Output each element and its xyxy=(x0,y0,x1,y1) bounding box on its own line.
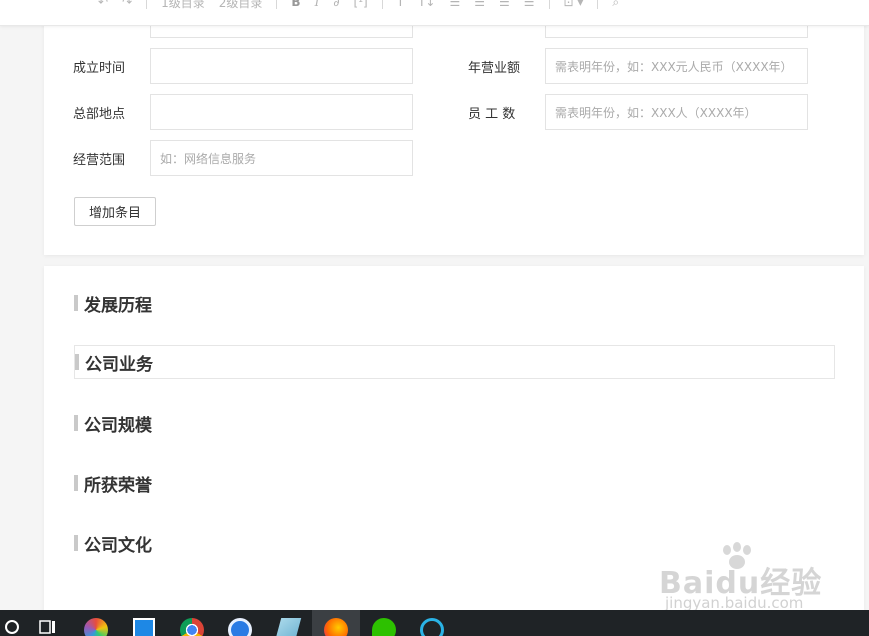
section-marker xyxy=(74,535,78,551)
heading1-button[interactable]: 1级目录 xyxy=(161,0,205,11)
text-adjust-icon[interactable]: T↕ xyxy=(418,0,435,9)
sections-card: 发展历程 公司业务 公司规模 所获荣誉 公司文化 xyxy=(44,266,864,610)
editor-toolbar: ↶ ↷ 1级目录 2级目录 B I ∂ [¹] T T↕ ☰ ☰ ☰ ☰ ⊡ ▾… xyxy=(0,0,869,26)
quote-icon[interactable]: [¹] xyxy=(354,0,368,9)
toolbar-divider xyxy=(146,0,148,9)
headquarters-input[interactable] xyxy=(150,94,413,130)
chrome-button[interactable] xyxy=(168,610,216,636)
link-icon[interactable]: ∂ xyxy=(333,0,339,9)
outdent-icon[interactable]: ☰ xyxy=(524,0,535,9)
section-honors[interactable]: 所获荣誉 xyxy=(74,466,152,500)
revenue-label: 年营业额 xyxy=(468,61,521,76)
notes-app-button[interactable] xyxy=(264,610,312,636)
employees-label: 员 工 数 xyxy=(468,107,516,122)
start-search-button[interactable] xyxy=(0,610,24,636)
notes-app-icon xyxy=(274,618,302,636)
bold-button[interactable]: B xyxy=(291,0,300,9)
file-explorer-button[interactable] xyxy=(120,610,168,636)
section-marker xyxy=(74,475,78,491)
established-label: 成立时间 xyxy=(73,61,126,76)
taskbar xyxy=(0,610,869,636)
add-entry-button[interactable]: 增加条目 xyxy=(74,197,156,226)
search-app-icon xyxy=(420,618,444,636)
toolbar-divider xyxy=(276,0,278,9)
app-colorful-button[interactable] xyxy=(72,610,120,636)
task-view-button[interactable] xyxy=(24,610,72,636)
sogou-browser-button[interactable] xyxy=(216,610,264,636)
file-explorer-icon xyxy=(133,618,155,636)
search-icon[interactable]: ⌕ xyxy=(612,0,619,10)
firefox-button[interactable] xyxy=(312,610,360,636)
sogou-browser-icon xyxy=(228,618,252,636)
section-marker xyxy=(75,354,79,370)
established-input[interactable] xyxy=(150,48,413,84)
firefox-icon xyxy=(324,618,348,636)
employees-input[interactable]: 需表明年份，如：XXX人（XXXX年） xyxy=(545,94,808,130)
section-culture[interactable]: 公司文化 xyxy=(74,526,152,560)
italic-button[interactable]: I xyxy=(315,0,320,9)
redo-icon[interactable]: ↷ xyxy=(122,0,132,9)
toolbar-divider xyxy=(597,0,599,9)
business-scope-input[interactable]: 如：网络信息服务 xyxy=(150,140,413,176)
undo-icon[interactable]: ↶ xyxy=(98,0,108,9)
section-title: 公司业务 xyxy=(85,354,153,375)
search-app-button[interactable] xyxy=(408,610,456,636)
insert-icon[interactable]: ⊡ ▾ xyxy=(564,0,584,9)
heading2-button[interactable]: 2级目录 xyxy=(219,0,263,11)
headquarters-label: 总部地点 xyxy=(73,107,126,122)
section-marker xyxy=(74,295,78,311)
wechat-button[interactable] xyxy=(360,610,408,636)
section-business[interactable]: 公司业务 xyxy=(74,345,835,379)
colorful-app-icon xyxy=(84,618,108,636)
section-title: 公司规模 xyxy=(84,415,152,436)
indent-icon[interactable]: ☰ xyxy=(499,0,510,9)
task-view-icon xyxy=(39,620,55,634)
toolbar-divider xyxy=(381,0,383,9)
section-scale[interactable]: 公司规模 xyxy=(74,406,152,440)
revenue-input[interactable]: 需表明年份，如：XXX元人民币（XXXX年） xyxy=(545,48,808,84)
search-icon xyxy=(5,620,19,634)
unordered-list-icon[interactable]: ☰ xyxy=(474,0,485,9)
section-title: 公司文化 xyxy=(84,535,152,556)
section-title: 发展历程 xyxy=(84,295,152,316)
section-history[interactable]: 发展历程 xyxy=(74,286,152,320)
ordered-list-icon[interactable]: ☰ xyxy=(449,0,460,9)
text-size-icon[interactable]: T xyxy=(397,0,404,9)
chrome-icon xyxy=(180,618,204,636)
toolbar-divider xyxy=(548,0,550,9)
business-scope-label: 经营范围 xyxy=(73,153,126,168)
section-marker xyxy=(74,415,78,431)
company-info-form: 成立时间 年营业额 需表明年份，如：XXX元人民币（XXXX年） 总部地点 员 … xyxy=(44,0,864,255)
section-title: 所获荣誉 xyxy=(84,475,152,496)
wechat-icon xyxy=(372,618,396,636)
